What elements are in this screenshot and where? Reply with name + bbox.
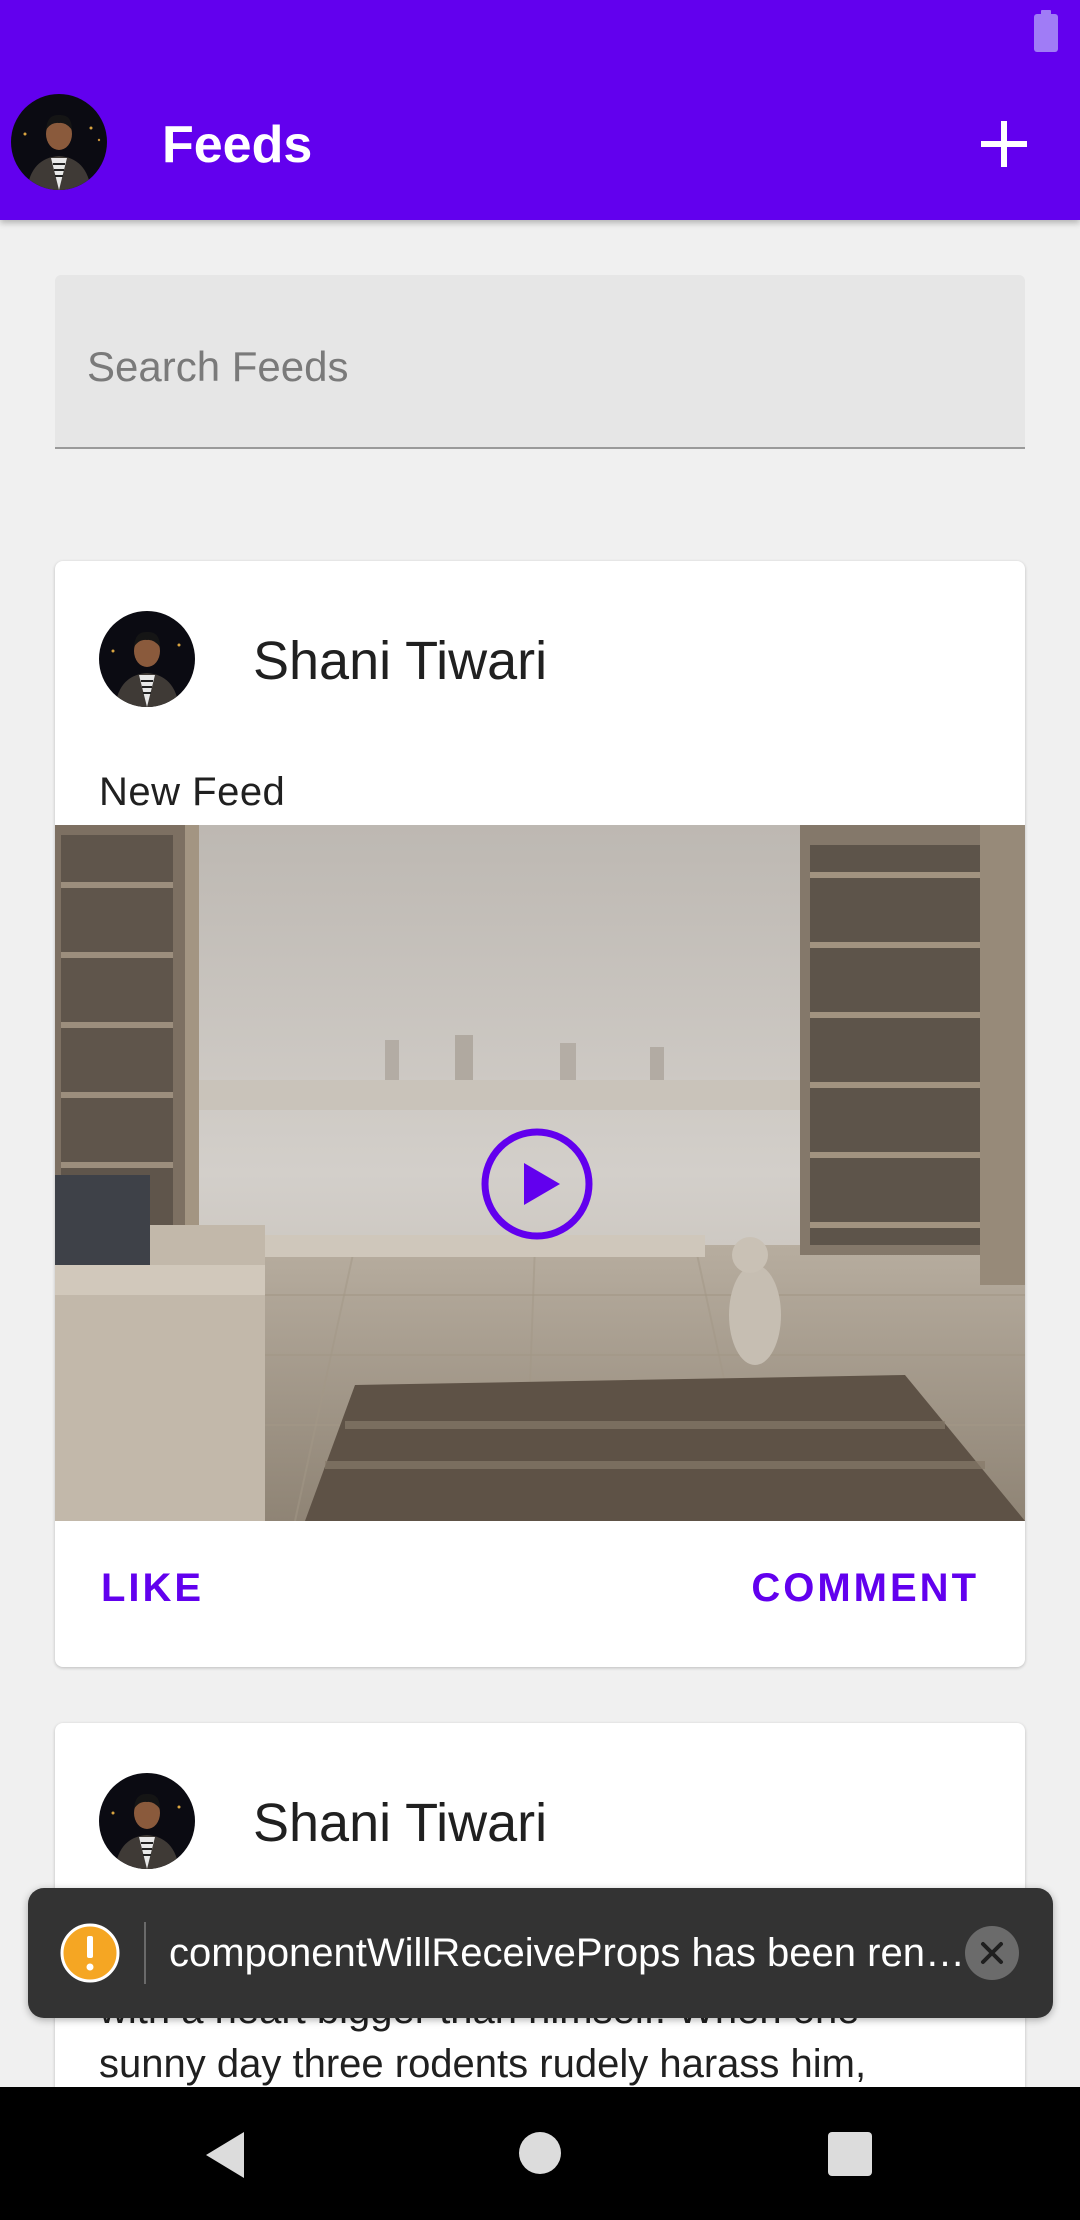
- system-nav-bar: [0, 2087, 1080, 2220]
- post-body-line: sunny day three rodents rudely harass hi…: [99, 2042, 867, 2086]
- warning-icon: [60, 1923, 120, 1983]
- search-input[interactable]: [87, 339, 987, 395]
- feed-card: Shani Tiwari New Feed LIKE COMMENT: [55, 561, 1025, 1667]
- warning-toast[interactable]: componentWillReceiveProps has been renam…: [28, 1888, 1053, 2018]
- app-bar: Feeds: [0, 0, 1080, 220]
- play-circle-icon[interactable]: [480, 1127, 594, 1241]
- author-name[interactable]: Shani Tiwari: [253, 1791, 547, 1855]
- page-title: Feeds: [162, 116, 313, 174]
- search-field[interactable]: [55, 275, 1025, 449]
- video-thumbnail[interactable]: [55, 825, 1025, 1521]
- profile-avatar[interactable]: [11, 94, 107, 190]
- post-text: New Feed: [99, 770, 286, 814]
- battery-icon: [1034, 10, 1058, 52]
- like-button[interactable]: LIKE: [101, 1566, 204, 1611]
- back-icon[interactable]: [200, 2128, 250, 2182]
- toast-divider: [144, 1922, 146, 1984]
- author-avatar[interactable]: [99, 1773, 195, 1869]
- toast-message: componentWillReceiveProps has been renam…: [169, 1931, 979, 1975]
- author-avatar[interactable]: [99, 611, 195, 707]
- comment-button[interactable]: COMMENT: [751, 1566, 979, 1611]
- author-name[interactable]: Shani Tiwari: [253, 629, 547, 693]
- plus-icon[interactable]: [976, 116, 1032, 172]
- close-icon[interactable]: [965, 1926, 1019, 1980]
- home-icon[interactable]: [519, 2132, 561, 2174]
- recents-icon[interactable]: [828, 2132, 872, 2176]
